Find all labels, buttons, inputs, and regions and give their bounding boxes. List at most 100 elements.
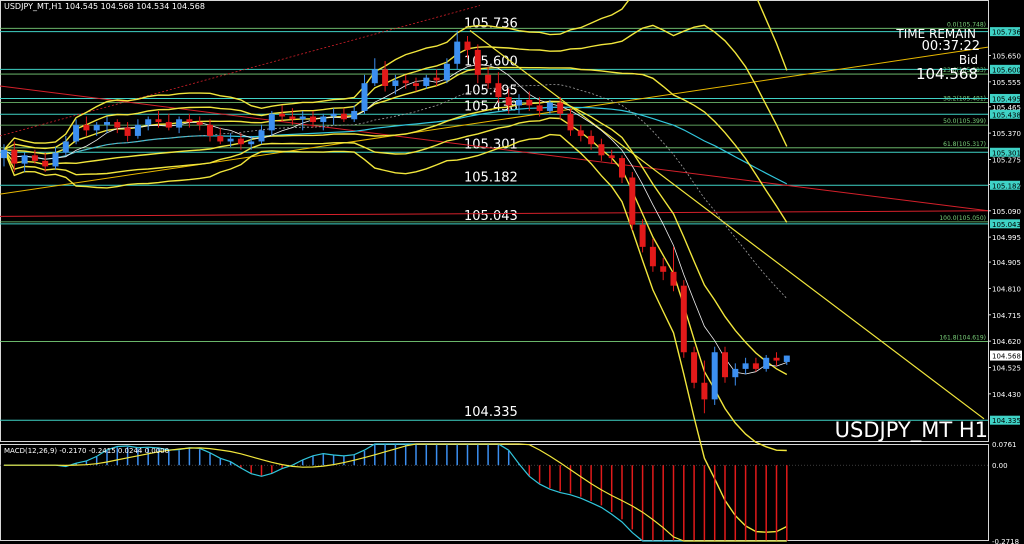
bear-candle: [382, 69, 389, 86]
bear-candle: [310, 116, 316, 123]
bull-candle: [546, 102, 553, 111]
bear-candle: [11, 149, 18, 164]
bull-candle: [516, 99, 522, 106]
bear-candle: [495, 83, 502, 98]
price-axis-label: 104.905: [992, 259, 1021, 267]
fibonacci-label: 61.8(105.317): [943, 141, 986, 148]
bear-candle: [485, 74, 492, 84]
fibonacci-label: 100.0(105.050): [939, 215, 986, 222]
bull-candle: [392, 80, 399, 86]
bull-candle: [258, 130, 265, 142]
level-label: 105.043: [464, 209, 518, 224]
bear-candle: [402, 80, 409, 84]
bull-candle: [62, 141, 69, 153]
bull-candle: [320, 116, 327, 123]
bear-candle: [639, 224, 646, 247]
bull-candle: [1, 149, 7, 159]
bear-candle: [186, 119, 193, 123]
bear-candle: [680, 285, 687, 353]
level-label: 105.736: [464, 17, 518, 32]
fibonacci-label: 50.0(105.399): [943, 118, 986, 125]
bear-candle: [237, 138, 244, 145]
price-axis-label: 104.715: [992, 312, 1021, 320]
bear-candle: [31, 155, 38, 161]
bear-candle: [340, 113, 347, 120]
level-label: 105.495: [464, 83, 518, 98]
bull-candle: [73, 124, 80, 142]
bear-candle: [649, 246, 656, 267]
bull-candle: [227, 138, 234, 142]
fibonacci-label: 161.8(104.619): [939, 334, 986, 341]
bear-candle: [773, 357, 780, 361]
bull-candle: [52, 152, 59, 167]
current-price-tag-text: 104.568: [992, 353, 1021, 361]
bear-candle: [577, 130, 584, 136]
price-chart: 0.0(105.748)23.6(105.583)38.2(105.481)50…: [0, 0, 1022, 544]
bear-candle: [207, 124, 213, 136]
bull-candle: [454, 41, 461, 64]
level-price-tag-text: 105.182: [992, 182, 1021, 190]
level-price-tag-text: 105.301: [992, 149, 1021, 157]
level-price-tag-text: 105.600: [992, 66, 1021, 74]
bear-candle: [660, 266, 667, 272]
bull-candle: [21, 155, 28, 164]
bear-candle: [165, 122, 172, 128]
price-axis-label: 104.620: [992, 338, 1021, 346]
bear-candle: [279, 113, 286, 117]
price-axis-label: 105.650: [992, 52, 1021, 60]
level-label: 104.335: [464, 405, 518, 420]
bear-candle: [526, 99, 533, 106]
time-remain-value: 00:37:22: [921, 39, 980, 54]
price-axis-label: 105.370: [992, 130, 1021, 138]
bear-candle: [505, 97, 512, 106]
bear-candle: [196, 122, 203, 125]
bear-candle: [670, 271, 677, 286]
bear-candle: [722, 352, 728, 378]
level-price-tag-text: 105.043: [992, 221, 1021, 229]
bull-candle: [423, 77, 430, 86]
bull-candle: [299, 116, 306, 120]
price-axis-label: 104.525: [992, 365, 1021, 373]
bull-candle: [783, 355, 790, 362]
bull-candle: [711, 352, 718, 400]
bull-candle: [330, 113, 337, 117]
bear-candle: [433, 77, 440, 81]
level-price-tag-text: 104.335: [992, 417, 1021, 425]
bear-candle: [413, 83, 419, 86]
price-axis-label: 105.555: [992, 79, 1021, 87]
bear-candle: [567, 113, 574, 131]
price-axis-label: 105.090: [992, 208, 1021, 216]
level-price-tag-text: 105.736: [992, 29, 1021, 37]
level-label: 105.182: [464, 170, 518, 185]
macd-header: MACD(12,26,9) -0.2170 -0.2415 0.0244 0.0…: [4, 447, 170, 455]
macd-axis-label: -0.2718: [992, 538, 1019, 544]
bid-value: 104.568: [915, 65, 978, 83]
bull-candle: [351, 110, 358, 120]
bear-candle: [629, 177, 636, 225]
lower-band-line: [3, 133, 788, 533]
level-price-tag-text: 105.495: [992, 95, 1021, 103]
bull-candle: [361, 83, 368, 111]
bull-candle: [248, 141, 255, 145]
bull-candle: [145, 119, 152, 125]
bull-candle: [443, 63, 450, 81]
bear-candle: [557, 102, 564, 114]
bear-candle: [752, 363, 759, 369]
bear-candle: [608, 155, 615, 159]
bear-candle: [124, 127, 131, 136]
bull-candle: [268, 113, 275, 131]
level-price-tag-text: 105.438: [992, 111, 1021, 119]
bull-candle: [742, 363, 749, 369]
bull-candle: [763, 357, 770, 369]
price-axis-label: 104.430: [992, 391, 1021, 399]
bear-candle: [83, 124, 90, 131]
fast-moving-average: [3, 64, 787, 375]
bear-candle: [598, 144, 605, 156]
bull-candle: [176, 119, 183, 128]
bear-candle: [289, 116, 296, 120]
bull-candle: [732, 368, 739, 378]
bear-candle: [619, 158, 625, 178]
bear-candle: [588, 135, 595, 145]
price-axis-label: 105.275: [992, 156, 1021, 164]
symbol-header: USDJPY_MT,H1 104.545 104.568 104.534 104…: [4, 2, 205, 11]
